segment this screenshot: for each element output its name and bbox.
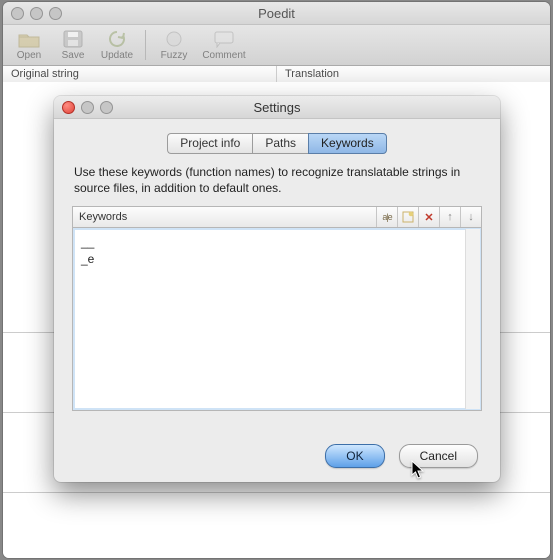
main-toolbar: Open Save Update Fuzzy Comment <box>3 25 550 66</box>
close-dot[interactable] <box>11 7 24 20</box>
toolbar-save[interactable]: Save <box>53 29 93 61</box>
toolbar-open-label: Open <box>17 50 41 61</box>
dialog-title: Settings <box>54 100 500 115</box>
toolbar-fuzzy[interactable]: Fuzzy <box>154 29 194 61</box>
fuzzy-icon <box>162 29 186 49</box>
ok-button[interactable]: OK <box>325 444 384 468</box>
toolbar-fuzzy-label: Fuzzy <box>161 50 188 61</box>
toolbar-update[interactable]: Update <box>97 29 137 61</box>
toolbar-save-label: Save <box>62 50 85 61</box>
minimize-dot[interactable] <box>30 7 43 20</box>
dialog-tabs: Project info Paths Keywords <box>72 133 482 154</box>
dialog-buttons: OK Cancel <box>325 444 478 468</box>
main-title: Poedit <box>3 6 550 21</box>
new-item-icon[interactable] <box>397 207 418 227</box>
toolbar-comment-label: Comment <box>202 50 245 61</box>
dialog-minimize-dot[interactable] <box>81 101 94 114</box>
settings-dialog: Settings Project info Paths Keywords Use… <box>54 96 500 482</box>
dialog-body: Project info Paths Keywords Use these ke… <box>54 119 500 411</box>
tab-project-info[interactable]: Project info <box>167 133 252 154</box>
comment-icon <box>212 29 236 49</box>
update-icon <box>105 29 129 49</box>
main-traffic-lights <box>11 7 62 20</box>
keywords-tools: a|e ✕ ↑ ↓ <box>376 207 481 227</box>
rename-icon[interactable]: a|e <box>376 207 397 227</box>
list-item[interactable]: __ <box>81 234 473 250</box>
delete-icon[interactable]: ✕ <box>418 207 439 227</box>
move-down-icon[interactable]: ↓ <box>460 207 481 227</box>
open-icon <box>17 29 41 49</box>
tab-keywords[interactable]: Keywords <box>308 133 387 154</box>
tab-paths[interactable]: Paths <box>252 133 308 154</box>
list-item[interactable]: _e <box>81 251 473 267</box>
scrollbar[interactable] <box>465 229 480 409</box>
keywords-header-row: Keywords a|e ✕ ↑ ↓ <box>72 206 482 228</box>
cancel-button[interactable]: Cancel <box>399 444 478 468</box>
dialog-titlebar: Settings <box>54 96 500 119</box>
toolbar-comment[interactable]: Comment <box>198 29 250 61</box>
move-up-icon[interactable]: ↑ <box>439 207 460 227</box>
dialog-traffic-lights <box>62 101 113 114</box>
dialog-zoom-dot[interactable] <box>100 101 113 114</box>
keywords-list[interactable]: __ _e <box>72 228 482 411</box>
save-icon <box>61 29 85 49</box>
dialog-description: Use these keywords (function names) to r… <box>74 164 480 196</box>
zoom-dot[interactable] <box>49 7 62 20</box>
toolbar-update-label: Update <box>101 50 133 61</box>
keywords-header-label: Keywords <box>73 211 376 223</box>
toolbar-separator <box>145 30 146 60</box>
dialog-close-dot[interactable] <box>62 101 75 114</box>
toolbar-open[interactable]: Open <box>9 29 49 61</box>
keywords-section: Keywords a|e ✕ ↑ ↓ __ _e <box>72 206 482 411</box>
main-titlebar: Poedit <box>3 2 550 25</box>
